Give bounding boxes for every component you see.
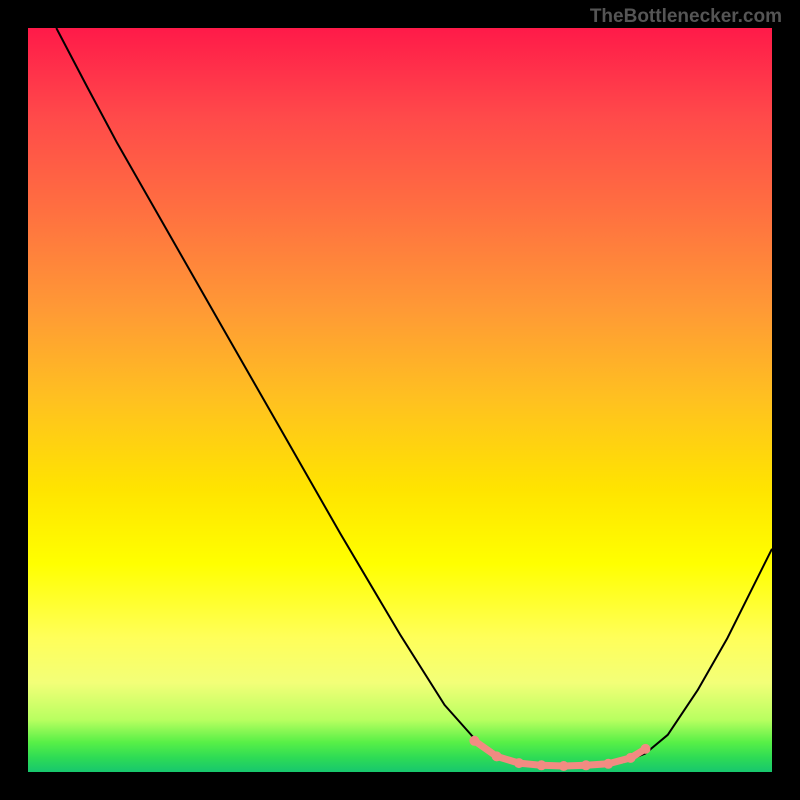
valley-highlight-dot [581,760,591,770]
valley-highlight-dot [641,744,651,754]
chart-container: TheBottlenecker.com [0,0,800,800]
curve-line [56,28,772,767]
valley-highlight-dot [536,760,546,770]
valley-highlight-dot [626,753,636,763]
chart-svg [28,28,772,772]
valley-highlight-dot [469,736,479,746]
attribution-text: TheBottlenecker.com [590,6,782,28]
valley-highlight-dot [514,758,524,768]
valley-highlight-dot [603,759,613,769]
valley-highlight-dot [559,761,569,771]
valley-highlight-dot [492,751,502,761]
plot-area [28,28,772,772]
